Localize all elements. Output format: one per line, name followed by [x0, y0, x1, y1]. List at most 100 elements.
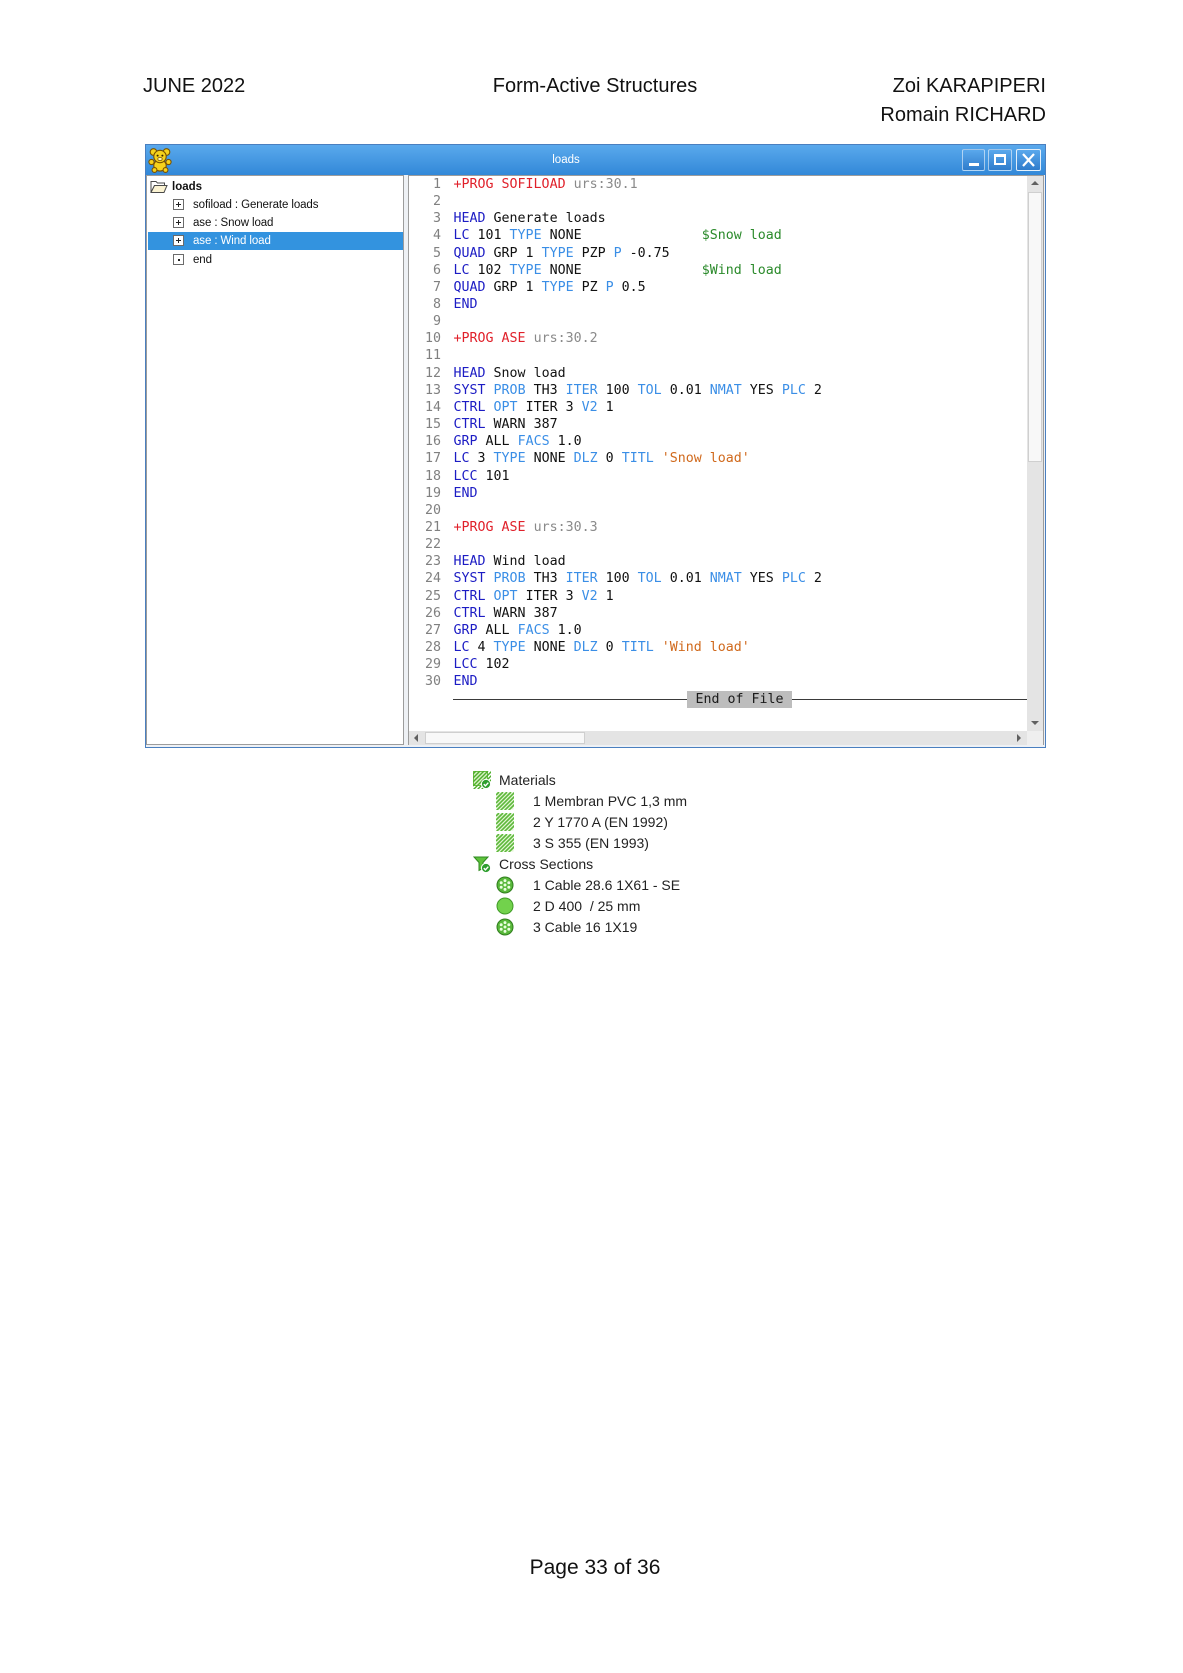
code-line[interactable]: LC 3 TYPE NONE DLZ 0 TITL 'Snow load'	[454, 450, 1024, 467]
code-line[interactable]: LCC 102	[454, 656, 1024, 673]
line-number: 23	[424, 554, 441, 570]
code-line[interactable]: LC 101 TYPE NONE $Snow load	[454, 227, 1024, 244]
code-token-option: OPT	[493, 399, 518, 415]
maximize-button[interactable]	[988, 149, 1012, 171]
code-token-keyword: CTRL	[453, 399, 486, 415]
code-line[interactable]: HEAD Snow load	[454, 365, 1024, 382]
tree-item[interactable]: ase : Wind load	[148, 232, 403, 251]
code-token-plain: 1	[597, 399, 614, 415]
code-line[interactable]: LC 102 TYPE NONE $Wind load	[454, 262, 1024, 279]
line-number: 18	[424, 468, 441, 484]
cross-sections-icon	[473, 855, 491, 873]
code-line[interactable]: +PROG SOFILOAD urs:30.1	[454, 176, 1024, 193]
line-number: 26	[424, 605, 441, 621]
material-item[interactable]: 3 S 355 (EN 1993)	[473, 833, 773, 854]
code-token-option: ITER	[565, 571, 598, 587]
material-hatch-icon	[496, 834, 514, 852]
material-item[interactable]: 1 Membran PVC 1,3 mm	[473, 791, 773, 812]
code-token-option: TOL	[637, 571, 662, 587]
material-item[interactable]: 2 Y 1770 A (EN 1992)	[473, 812, 773, 833]
line-number: 5	[432, 245, 441, 261]
code-line[interactable]: CTRL WARN 387	[454, 605, 1024, 622]
code-token-plain: YES	[741, 571, 782, 587]
cable-section-icon	[496, 876, 514, 894]
scroll-right-icon[interactable]	[1017, 734, 1021, 742]
model-tree-group[interactable]: Cross Sections	[473, 854, 773, 875]
tree-item[interactable]: end	[147, 251, 403, 269]
code-line[interactable]: LC 4 TYPE NONE DLZ 0 TITL 'Wind load'	[454, 639, 1024, 656]
code-token-plain: ALL	[477, 434, 518, 450]
cross-section-item[interactable]: 2 D 400 / 25 mm	[473, 896, 773, 917]
code-line[interactable]: GRP ALL FACS 1.0	[454, 622, 1024, 639]
code-line[interactable]	[454, 193, 1024, 210]
code-token-plain: 1.0	[549, 622, 582, 638]
line-number: 3	[432, 211, 441, 227]
code-token-option: OPT	[493, 588, 518, 604]
code-token-option: P	[613, 245, 622, 261]
code-token-plain: 102	[477, 657, 510, 673]
maximize-icon	[994, 154, 1006, 165]
code-line[interactable]: END	[454, 296, 1024, 313]
close-button[interactable]	[1016, 149, 1041, 171]
line-number: 17	[424, 451, 441, 467]
scroll-up-icon[interactable]	[1031, 181, 1039, 185]
code-line[interactable]: END	[454, 485, 1024, 502]
scroll-down-icon[interactable]	[1031, 721, 1039, 725]
horizontal-scroll-thumb[interactable]	[425, 732, 585, 744]
minimize-button[interactable]	[962, 149, 985, 171]
code-line[interactable]: QUAD GRP 1 TYPE PZ P 0.5	[454, 279, 1024, 296]
close-icon	[1020, 152, 1037, 168]
expand-icon[interactable]	[173, 199, 184, 210]
code-token-keyword: LCC	[453, 657, 478, 673]
expand-icon[interactable]	[173, 235, 184, 247]
model-tree-item-label: 3 S 355 (EN 1993)	[533, 835, 649, 851]
code-line[interactable]: GRP ALL FACS 1.0	[454, 433, 1024, 450]
code-token-keyword: LC	[453, 228, 470, 244]
code-line[interactable]	[454, 536, 1024, 553]
code-text-area[interactable]: +PROG SOFILOAD urs:30.1 HEAD Generate loa…	[454, 176, 1024, 691]
tree-item[interactable]: sofiload : Generate loads	[147, 196, 403, 214]
cross-section-item[interactable]: 3 Cable 16 1X19	[473, 917, 773, 938]
code-line[interactable]: SYST PROB TH3 ITER 100 TOL 0.01 NMAT YES…	[454, 382, 1024, 399]
code-token-keyword: HEAD	[453, 211, 486, 227]
author-name: Zoi KARAPIPERI	[892, 75, 1046, 97]
code-token-plain: 101	[477, 468, 510, 484]
code-token-option: FACS	[517, 434, 550, 450]
code-line[interactable]: QUAD GRP 1 TYPE PZP P -0.75	[454, 245, 1024, 262]
code-line[interactable]: CTRL WARN 387	[454, 416, 1024, 433]
code-line[interactable]: CTRL OPT ITER 3 V2 1	[454, 588, 1024, 605]
code-token-option: TOL	[637, 382, 662, 398]
material-hatch-icon	[496, 813, 514, 831]
solid-section-icon	[496, 897, 514, 915]
code-token-option: TITL	[621, 451, 654, 467]
code-token-option: NMAT	[709, 382, 742, 398]
code-line[interactable]	[454, 502, 1024, 519]
line-number: 16	[424, 434, 441, 450]
model-tree-group[interactable]: Materials	[473, 770, 773, 791]
teddy-bear-icon[interactable]	[147, 147, 173, 173]
code-line[interactable]: LCC 101	[454, 468, 1024, 485]
code-line[interactable]	[454, 347, 1024, 364]
code-line[interactable]: +PROG ASE urs:30.2	[454, 330, 1024, 347]
vertical-scroll-thumb[interactable]	[1028, 192, 1042, 462]
code-line[interactable]: HEAD Generate loads	[454, 210, 1024, 227]
code-line[interactable]: CTRL OPT ITER 3 V2 1	[454, 399, 1024, 416]
line-number: 30	[424, 674, 441, 690]
cross-section-item[interactable]: 1 Cable 28.6 1X61 - SE	[473, 875, 773, 896]
code-line[interactable]	[454, 313, 1024, 330]
tree-item[interactable]: ase : Snow load	[147, 214, 403, 232]
code-token-plain: PZP	[573, 245, 614, 261]
code-token-option: FACS	[517, 622, 550, 638]
code-line[interactable]: +PROG ASE urs:30.3	[454, 519, 1024, 536]
code-token-keyword: QUAD	[453, 245, 486, 261]
code-line[interactable]: HEAD Wind load	[454, 553, 1024, 570]
tree-root[interactable]: loads	[147, 178, 403, 196]
code-line[interactable]: END	[454, 673, 1024, 690]
code-line[interactable]: SYST PROB TH3 ITER 100 TOL 0.01 NMAT YES…	[454, 570, 1024, 587]
scroll-left-icon[interactable]	[414, 734, 418, 742]
leaf-node-icon[interactable]	[173, 253, 184, 265]
expand-icon[interactable]	[173, 217, 184, 229]
code-token-string: 'Snow load'	[661, 451, 750, 467]
materials-icon	[473, 771, 491, 789]
